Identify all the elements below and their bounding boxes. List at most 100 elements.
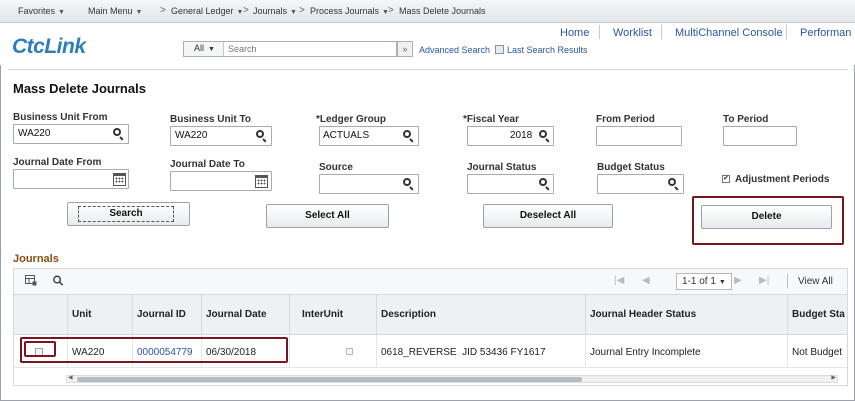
breadcrumb-separator: >: [388, 5, 394, 16]
last-search-results-icon: [495, 45, 504, 54]
calendar-icon[interactable]: [255, 175, 268, 188]
home-link[interactable]: Home: [560, 27, 589, 39]
budget-status-cell: Not Budget: [792, 347, 843, 358]
breadcrumb-favorites[interactable]: Favorites ▼: [18, 6, 65, 16]
performance-link[interactable]: Performan: [800, 27, 851, 39]
journal-date-column-header[interactable]: Journal Date: [202, 295, 290, 335]
previous-page-icon[interactable]: ◀: [642, 275, 650, 286]
chevron-down-icon: ▼: [718, 279, 726, 286]
journal-date-to-label: Journal Date To: [170, 159, 245, 170]
app-header: Home Worklist MultiChannel Console Perfo…: [0, 23, 855, 65]
calendar-icon[interactable]: [113, 173, 126, 186]
search-icon[interactable]: [403, 178, 414, 191]
journal-date-from-field[interactable]: [13, 169, 129, 189]
source-label: Source: [319, 162, 353, 173]
select-all-button[interactable]: Select All: [266, 204, 389, 228]
global-search-input[interactable]: [226, 42, 394, 56]
interunit-checkbox: [346, 348, 353, 355]
business-unit-from-label: Business Unit From: [13, 112, 108, 123]
breadcrumb-separator: >: [299, 5, 305, 16]
last-search-results-link[interactable]: Last Search Results: [507, 45, 588, 55]
description-column-header[interactable]: Description: [377, 295, 586, 335]
business-unit-from-field[interactable]: WA220: [13, 124, 129, 144]
worklist-link[interactable]: Worklist: [613, 27, 652, 39]
scroll-left-icon[interactable]: ◀: [68, 374, 73, 381]
search-icon[interactable]: [539, 178, 550, 191]
grid-header-row: Unit Journal ID Journal Date InterUnit D…: [14, 295, 847, 335]
horizontal-scrollbar[interactable]: ◀ ▶: [66, 375, 838, 383]
search-go-icon[interactable]: »: [397, 41, 413, 57]
description-cell: 0618_REVERSE JID 53436 FY1617: [377, 335, 586, 368]
search-button[interactable]: Search: [67, 202, 190, 226]
find-in-grid-icon[interactable]: [52, 275, 64, 286]
chevron-down-icon: ▼: [135, 9, 143, 16]
search-icon[interactable]: [256, 130, 267, 143]
journal-header-status-cell: Journal Entry Incomplete: [586, 335, 788, 368]
interunit-cell: [290, 335, 377, 368]
ctclink-logo: CtcLink: [12, 35, 86, 58]
to-period-label: To Period: [723, 114, 769, 125]
header-link-divider: [786, 25, 787, 39]
business-unit-to-label: Business Unit To: [170, 114, 251, 125]
view-all-link[interactable]: View All: [798, 276, 833, 287]
first-page-icon[interactable]: |◀: [614, 275, 624, 286]
header-link-divider: [661, 25, 662, 39]
search-icon[interactable]: [403, 130, 414, 143]
adjustment-periods-label: Adjustment Periods: [735, 174, 830, 185]
chevron-down-icon: ▼: [290, 9, 297, 16]
deselect-all-button[interactable]: Deselect All: [483, 204, 613, 228]
delete-button[interactable]: Delete: [701, 205, 832, 229]
ledger-group-value: ACTUALS: [323, 130, 370, 141]
search-icon[interactable]: [113, 128, 124, 141]
budget-status-label: Budget Status: [597, 162, 665, 173]
search-button-label: Search: [78, 206, 174, 222]
search-icon[interactable]: [539, 130, 550, 143]
journal-header-status-column-header[interactable]: Journal Header Status: [586, 295, 788, 335]
business-unit-to-value: WA220: [175, 130, 208, 141]
search-icon[interactable]: [668, 178, 679, 191]
page-range-select[interactable]: 1-1 of 1 ▼: [676, 273, 732, 290]
breadcrumb-process-journals[interactable]: Process Journals ▼: [310, 6, 389, 16]
breadcrumb-general-ledger[interactable]: General Ledger ▼: [171, 6, 243, 16]
budget-status-column-header[interactable]: Budget Sta: [788, 295, 847, 335]
business-unit-to-field[interactable]: WA220: [170, 126, 272, 146]
journal-id-column-header[interactable]: Journal ID: [133, 295, 202, 335]
scroll-right-icon[interactable]: ▶: [831, 374, 836, 381]
ledger-group-field[interactable]: ACTUALS: [319, 126, 419, 146]
scrollbar-thumb[interactable]: [77, 377, 582, 382]
breadcrumb-journals[interactable]: Journals ▼: [253, 6, 297, 16]
journals-grid-toolbar: |◀ ◀ 1-1 of 1 ▼ ▶ ▶| View All: [13, 268, 848, 294]
breadcrumb-separator: >: [243, 5, 249, 16]
fiscal-year-field[interactable]: 2018: [467, 126, 554, 146]
business-unit-from-value: WA220: [18, 128, 51, 139]
ledger-group-label: *Ledger Group: [316, 114, 387, 125]
journal-status-field[interactable]: [467, 174, 554, 194]
source-field[interactable]: [319, 174, 419, 194]
personalize-grid-icon[interactable]: [25, 275, 37, 286]
unit-column-header[interactable]: Unit: [68, 295, 133, 335]
multichannel-console-link[interactable]: MultiChannel Console: [675, 27, 783, 39]
breadcrumb-main-menu[interactable]: Main Menu ▼: [88, 6, 142, 16]
row-highlight-box: [20, 337, 288, 363]
journals-section-title: Journals: [13, 253, 59, 265]
journal-date-to-field[interactable]: [170, 171, 272, 191]
breadcrumb-current: Mass Delete Journals: [399, 6, 486, 16]
from-period-field[interactable]: [596, 126, 682, 146]
breadcrumb: Favorites ▼ Main Menu ▼ > General Ledger ▼ …: [0, 0, 855, 23]
from-period-label: From Period: [596, 114, 655, 125]
chevron-down-icon: ▼: [208, 46, 215, 53]
header-divider: [8, 69, 848, 70]
interunit-column-header[interactable]: InterUnit: [290, 295, 377, 335]
checkbox-highlight-box: [24, 341, 56, 357]
adjustment-periods-checkbox[interactable]: ✔: [722, 175, 730, 183]
advanced-search-link[interactable]: Advanced Search: [419, 45, 490, 55]
global-search-box: All ▼: [183, 41, 397, 57]
search-scope-select[interactable]: All ▼: [184, 42, 224, 56]
next-page-icon[interactable]: ▶: [734, 275, 742, 286]
to-period-field[interactable]: [723, 126, 797, 146]
budget-status-field[interactable]: [597, 174, 684, 194]
journal-date-from-label: Journal Date From: [13, 157, 102, 168]
journal-status-label: Journal Status: [467, 162, 537, 173]
fiscal-year-value: 2018: [510, 130, 533, 141]
last-page-icon[interactable]: ▶|: [759, 275, 769, 286]
